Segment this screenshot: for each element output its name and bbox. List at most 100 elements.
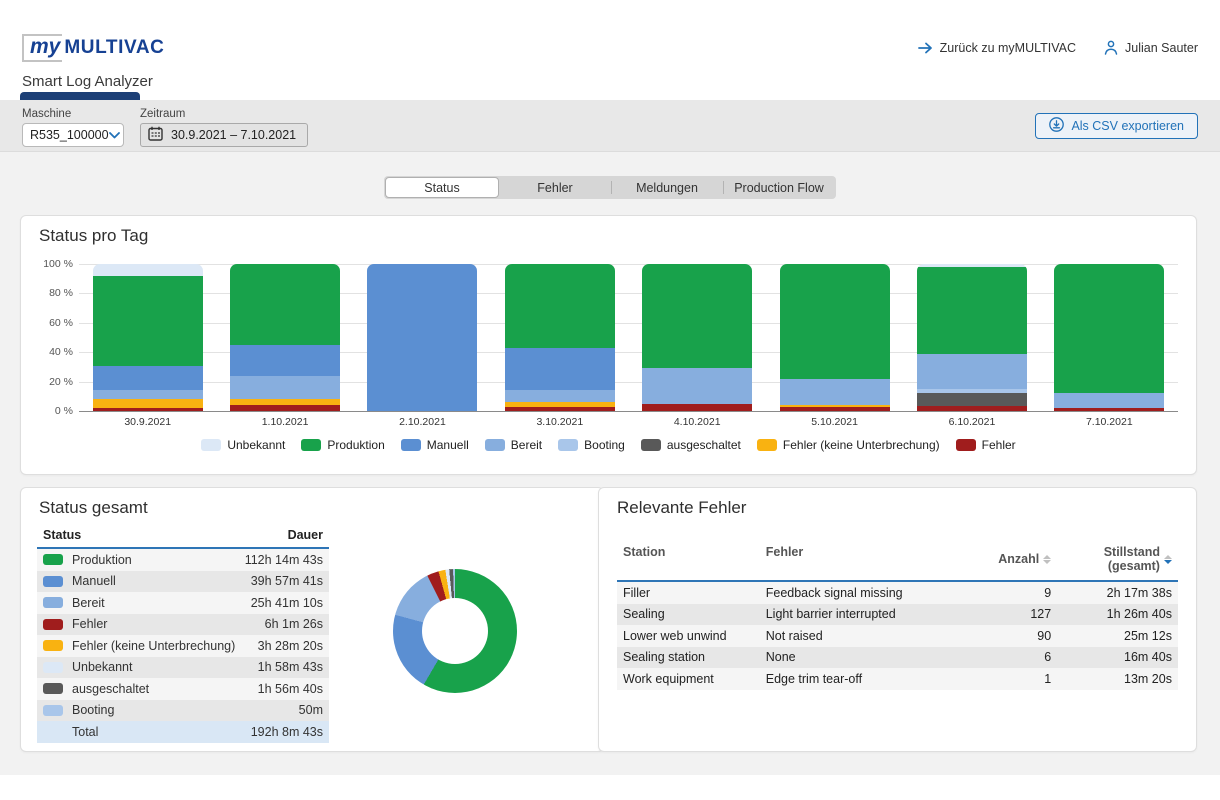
bar-slot (629, 264, 766, 411)
tab-production-flow[interactable]: Production Flow (723, 177, 835, 198)
tab-status[interactable]: Status (385, 177, 499, 198)
bar-segment-ausgeschaltet (917, 393, 1027, 405)
back-to-mymultivac-link[interactable]: Zurück zu myMULTIVAC (918, 41, 1076, 55)
errors-column-header-stillstand-gesamt-[interactable]: Stillstand (gesamt) (1051, 545, 1172, 573)
legend-item-produktion[interactable]: Produktion (301, 438, 384, 452)
bar-slot (354, 264, 491, 411)
bar-slot (1041, 264, 1178, 411)
active-tab-underline (20, 92, 140, 100)
status-total-card: Status gesamt Status Dauer Produktion112… (20, 487, 604, 752)
bar-segment-produktion (93, 276, 203, 366)
table-row: Work equipmentEdge trim tear-off113m 20s (617, 668, 1178, 690)
status-label: Fehler (keine Unterbrechung) (72, 639, 235, 653)
stacked-bar[interactable] (505, 264, 615, 411)
table-row: Sealing stationNone616m 40s (617, 647, 1178, 669)
legend-label: Fehler (keine Unterbrechung) (783, 438, 940, 452)
legend-item-fehler_ku[interactable]: Fehler (keine Unterbrechung) (757, 438, 940, 452)
stacked-bar[interactable] (917, 264, 1027, 411)
stacked-bar[interactable] (367, 264, 477, 411)
y-axis-labels: 100 %80 %60 %40 %20 %0 % (21, 264, 73, 411)
relevant-errors-table: StationFehlerAnzahlStillstand (gesamt) F… (617, 541, 1178, 690)
bar-segment-fehler_ku (93, 399, 203, 408)
machine-select[interactable]: R535_100000 (22, 123, 124, 147)
stillstand-cell: 1h 26m 40s (1051, 607, 1172, 621)
status-label: Booting (72, 703, 114, 717)
y-tick-label: 40 % (49, 346, 73, 358)
status-cell: ausgeschaltet (43, 682, 149, 696)
y-tick-label: 20 % (49, 376, 73, 388)
bar-segment-unbekannt (93, 264, 203, 276)
bar-segment-produktion (642, 264, 752, 368)
user-menu[interactable]: Julian Sauter (1104, 40, 1198, 55)
stacked-bar-plot (79, 264, 1178, 411)
status-color-chip (43, 554, 63, 565)
status-color-chip (43, 597, 63, 608)
legend-item-booting[interactable]: Booting (558, 438, 625, 452)
duration-value: 25h 41m 10s (251, 596, 323, 610)
legend-item-unbekannt[interactable]: Unbekannt (201, 438, 285, 452)
x-tick-label: 1.10.2021 (216, 416, 353, 430)
x-axis-tick-labels: 30.9.20211.10.20212.10.20213.10.20214.10… (79, 416, 1178, 430)
duration-value: 112h 14m 43s (245, 553, 323, 567)
bar-slot (216, 264, 353, 411)
fehler-cell: Not raised (766, 629, 969, 643)
status-column-header: Status (43, 528, 81, 542)
legend-item-bereit[interactable]: Bereit (485, 438, 542, 452)
duration-value: 50m (299, 703, 323, 717)
status-table-header: Status Dauer (37, 525, 329, 549)
download-icon (1049, 117, 1064, 135)
legend-label: Produktion (327, 438, 384, 452)
table-row: Manuell39h 57m 41s (37, 571, 329, 593)
export-csv-button[interactable]: Als CSV exportieren (1035, 113, 1198, 139)
legend-item-ausgeschaltet[interactable]: ausgeschaltet (641, 438, 741, 452)
duration-value: 3h 28m 20s (258, 639, 323, 653)
tab-meldungen[interactable]: Meldungen (611, 177, 723, 198)
tab-fehler[interactable]: Fehler (499, 177, 611, 198)
bar-segment-manuell (367, 264, 477, 411)
station-cell: Sealing station (623, 650, 766, 664)
fehler-cell: Edge trim tear-off (766, 672, 969, 686)
bar-segment-manuell (505, 348, 615, 391)
calendar-icon (148, 126, 163, 144)
date-range-input[interactable]: 30.9.2021 – 7.10.2021 (140, 123, 308, 147)
stacked-bar[interactable] (780, 264, 890, 411)
status-per-day-card: Status pro Tag 100 %80 %60 %40 %20 %0 % … (20, 215, 1197, 475)
errors-column-header-anzahl[interactable]: Anzahl (969, 545, 1051, 573)
fehler-cell: Feedback signal missing (766, 586, 969, 600)
stacked-bar[interactable] (642, 264, 752, 411)
relevant-errors-title: Relevante Fehler (617, 498, 746, 518)
status-label: Bereit (72, 596, 105, 610)
x-tick-label: 3.10.2021 (491, 416, 628, 430)
machine-select-value: R535_100000 (30, 128, 109, 142)
legend-color-chip (301, 439, 321, 451)
logo-brand-text: MULTIVAC (64, 37, 164, 59)
legend-item-manuell[interactable]: Manuell (401, 438, 469, 452)
table-row: Lower web unwindNot raised9025m 12s (617, 625, 1178, 647)
table-row: SealingLight barrier interrupted1271h 26… (617, 604, 1178, 626)
tab-smart-log-analyzer[interactable]: Smart Log Analyzer (22, 73, 153, 90)
errors-column-header-station: Station (623, 545, 766, 573)
table-row: FillerFeedback signal missing92h 17m 38s (617, 582, 1178, 604)
status-color-chip (43, 683, 63, 694)
legend-color-chip (201, 439, 221, 451)
legend-color-chip (401, 439, 421, 451)
total-label: Total (72, 725, 98, 739)
logo-my-text: my (22, 34, 62, 62)
chevron-down-icon (109, 128, 120, 142)
station-cell: Lower web unwind (623, 629, 766, 643)
stacked-bar[interactable] (230, 264, 340, 411)
legend-item-fehler[interactable]: Fehler (956, 438, 1016, 452)
table-row: ausgeschaltet1h 56m 40s (37, 678, 329, 700)
stacked-bar[interactable] (93, 264, 203, 411)
legend-label: Manuell (427, 438, 469, 452)
anzahl-cell: 90 (969, 629, 1051, 643)
legend-color-chip (757, 439, 777, 451)
bar-segment-bereit (230, 376, 340, 400)
x-tick-label: 30.9.2021 (79, 416, 216, 430)
stillstand-cell: 25m 12s (1051, 629, 1172, 643)
mymultivac-logo[interactable]: my MULTIVAC (22, 34, 165, 62)
x-tick-label: 2.10.2021 (354, 416, 491, 430)
stacked-bar[interactable] (1054, 264, 1164, 411)
bar-segment-manuell (93, 366, 203, 390)
chart-legend: Unbekannt Produktion Manuell Bereit Booting a… (21, 438, 1196, 452)
